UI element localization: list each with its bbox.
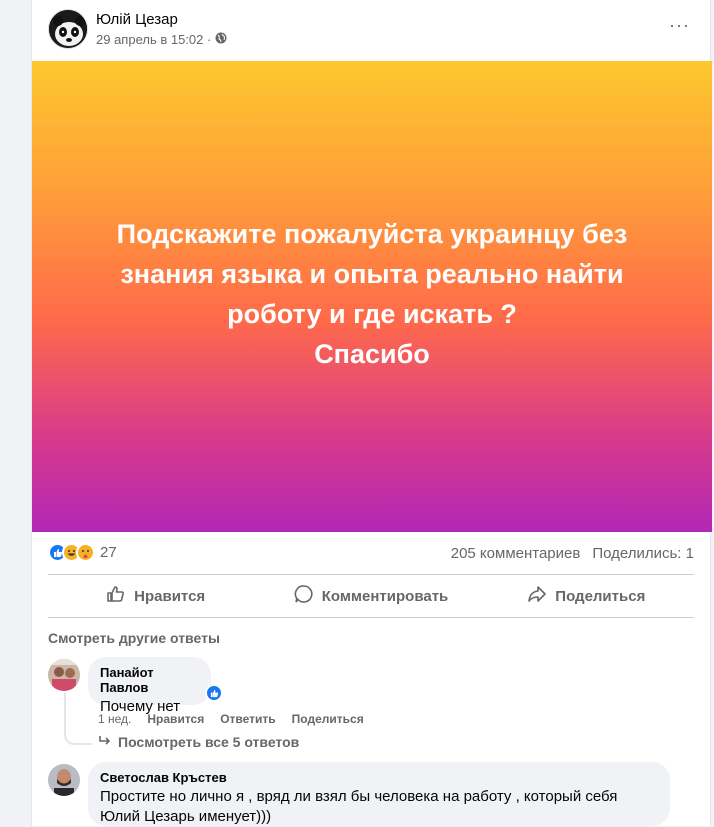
comment-bubble: Светослав Кръстев Простите но лично я , … xyxy=(88,762,670,826)
commenter-avatar[interactable] xyxy=(48,659,80,691)
comment-reply-button[interactable]: Ответить xyxy=(220,712,275,726)
author-avatar[interactable] xyxy=(48,9,88,49)
commenter-name[interactable]: Панайот Павлов xyxy=(100,665,199,695)
comment-text: Простите но лично я , вряд ли взял бы че… xyxy=(100,788,618,825)
shares-count[interactable]: Поделились: 1 xyxy=(592,545,694,562)
comment-label: Комментировать xyxy=(321,587,449,605)
comment-actions: 1 нед. Нравится Ответить Поделиться xyxy=(98,712,364,726)
post-text: Подскажите пожалуйста украинцу без знани… xyxy=(116,218,628,369)
reply-arrow-icon xyxy=(98,734,112,750)
see-more-comments-link[interactable]: Смотреть другие ответы xyxy=(48,630,220,646)
post-actions: Нравится Комментировать Поделиться xyxy=(48,574,694,618)
speech-bubble-icon xyxy=(294,584,314,608)
more-options-icon[interactable]: ··· xyxy=(669,15,690,36)
post-card: Юлій Цезар 29 апрель в 15:02 · ··· Подск… xyxy=(31,0,712,826)
post-stats: 27 205 комментариев Поделились: 1 xyxy=(48,542,694,566)
globe-icon xyxy=(215,32,227,47)
view-replies-label: Посмотреть все 5 ответов xyxy=(118,734,300,750)
post-date[interactable]: 29 апрель в 15:02 · xyxy=(96,32,211,47)
share-arrow-icon xyxy=(527,584,547,608)
commenter-name[interactable]: Светослав Кръстев xyxy=(100,770,658,785)
thread-line xyxy=(64,693,92,745)
post-banner: Подскажите пожалуйста украинцу без знани… xyxy=(32,61,712,532)
post-meta: 29 апрель в 15:02 · xyxy=(96,32,227,47)
reactions-count: 27 xyxy=(100,544,117,561)
comment-share-button[interactable]: Поделиться xyxy=(292,712,364,726)
care-reaction-icon xyxy=(76,543,95,562)
comments-count[interactable]: 205 комментариев xyxy=(451,545,581,562)
comment-button[interactable]: Комментировать xyxy=(263,575,478,617)
comment-time[interactable]: 1 нед. xyxy=(98,712,131,726)
like-button[interactable]: Нравится xyxy=(48,575,263,617)
thumbs-up-icon xyxy=(106,584,126,608)
share-label: Поделиться xyxy=(555,587,646,605)
author-name[interactable]: Юлій Цезар xyxy=(96,11,178,28)
comment-like-icon[interactable] xyxy=(205,684,223,702)
post-header: Юлій Цезар 29 апрель в 15:02 · ··· xyxy=(48,9,694,53)
view-replies-link[interactable]: Посмотреть все 5 ответов xyxy=(98,734,299,750)
reactions-summary[interactable]: 27 xyxy=(48,543,117,562)
commenter-avatar[interactable] xyxy=(48,764,80,796)
share-button[interactable]: Поделиться xyxy=(479,575,694,617)
comment-like-button[interactable]: Нравится xyxy=(147,712,204,726)
comment-bubble: Панайот Павлов Почему нет xyxy=(88,657,211,715)
like-label: Нравится xyxy=(134,587,206,605)
